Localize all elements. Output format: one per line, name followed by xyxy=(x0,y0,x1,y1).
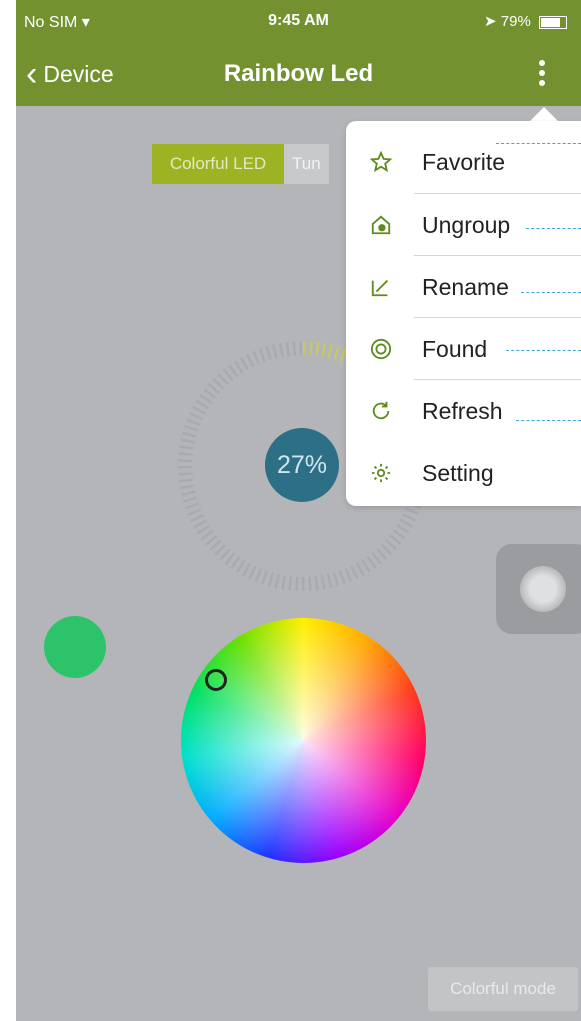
menu-label-refresh: Refresh xyxy=(422,397,503,424)
nav-bar: ‹ Device Rainbow Led xyxy=(16,44,581,106)
phone-screen: No SIM ▾ 9:45 AM ➤ 79% ‹ Device Rainbow … xyxy=(16,0,581,1021)
selected-color-swatch xyxy=(44,616,106,678)
menu-item-favorite[interactable]: Favorite xyxy=(346,131,581,193)
power-button[interactable] xyxy=(496,544,581,634)
menu-label-rename: Rename xyxy=(422,273,509,300)
overflow-menu: Favorite Ungroup Rename Found Refresh Se… xyxy=(346,121,581,506)
location-icon: ➤ xyxy=(484,13,497,30)
star-icon xyxy=(370,151,392,173)
annotation-dash xyxy=(526,228,581,229)
menu-item-setting[interactable]: Setting xyxy=(346,442,581,504)
colorful-mode-button[interactable]: Colorful mode xyxy=(428,967,578,1011)
battery-icon xyxy=(539,15,567,29)
menu-item-refresh[interactable]: Refresh xyxy=(346,380,581,442)
edit-icon xyxy=(370,276,392,298)
menu-label-favorite: Favorite xyxy=(422,148,506,175)
menu-item-ungroup[interactable]: Ungroup xyxy=(346,194,581,256)
brightness-knob[interactable]: 27% xyxy=(265,428,339,502)
color-picker-handle[interactable] xyxy=(205,669,227,691)
status-bar: No SIM ▾ 9:45 AM ➤ 79% xyxy=(16,0,581,44)
menu-label-found: Found xyxy=(422,335,488,362)
tab-tune[interactable]: Tun xyxy=(284,144,329,184)
more-vert-icon[interactable] xyxy=(528,56,556,96)
annotation-dash xyxy=(516,420,581,421)
menu-label-ungroup: Ungroup xyxy=(422,211,511,238)
refresh-icon xyxy=(370,400,392,422)
annotation-dash xyxy=(521,292,581,293)
annotation-dash xyxy=(506,350,581,351)
menu-caret xyxy=(530,107,558,121)
menu-label-setting: Setting xyxy=(422,459,494,486)
tab-colorful-led[interactable]: Colorful LED xyxy=(152,144,284,184)
annotation-dash xyxy=(496,143,581,144)
mode-tabs: Colorful LED Tun xyxy=(152,144,329,184)
gear-icon xyxy=(370,462,392,484)
menu-item-found[interactable]: Found xyxy=(346,318,581,380)
color-wheel[interactable] xyxy=(181,618,426,863)
page-title: Rainbow Led xyxy=(223,60,374,87)
status-right: ➤ 79% xyxy=(484,12,567,30)
battery-percent: 79% xyxy=(500,13,531,30)
menu-item-rename[interactable]: Rename xyxy=(346,256,581,318)
ungroup-icon xyxy=(370,214,392,236)
found-icon xyxy=(370,338,392,360)
